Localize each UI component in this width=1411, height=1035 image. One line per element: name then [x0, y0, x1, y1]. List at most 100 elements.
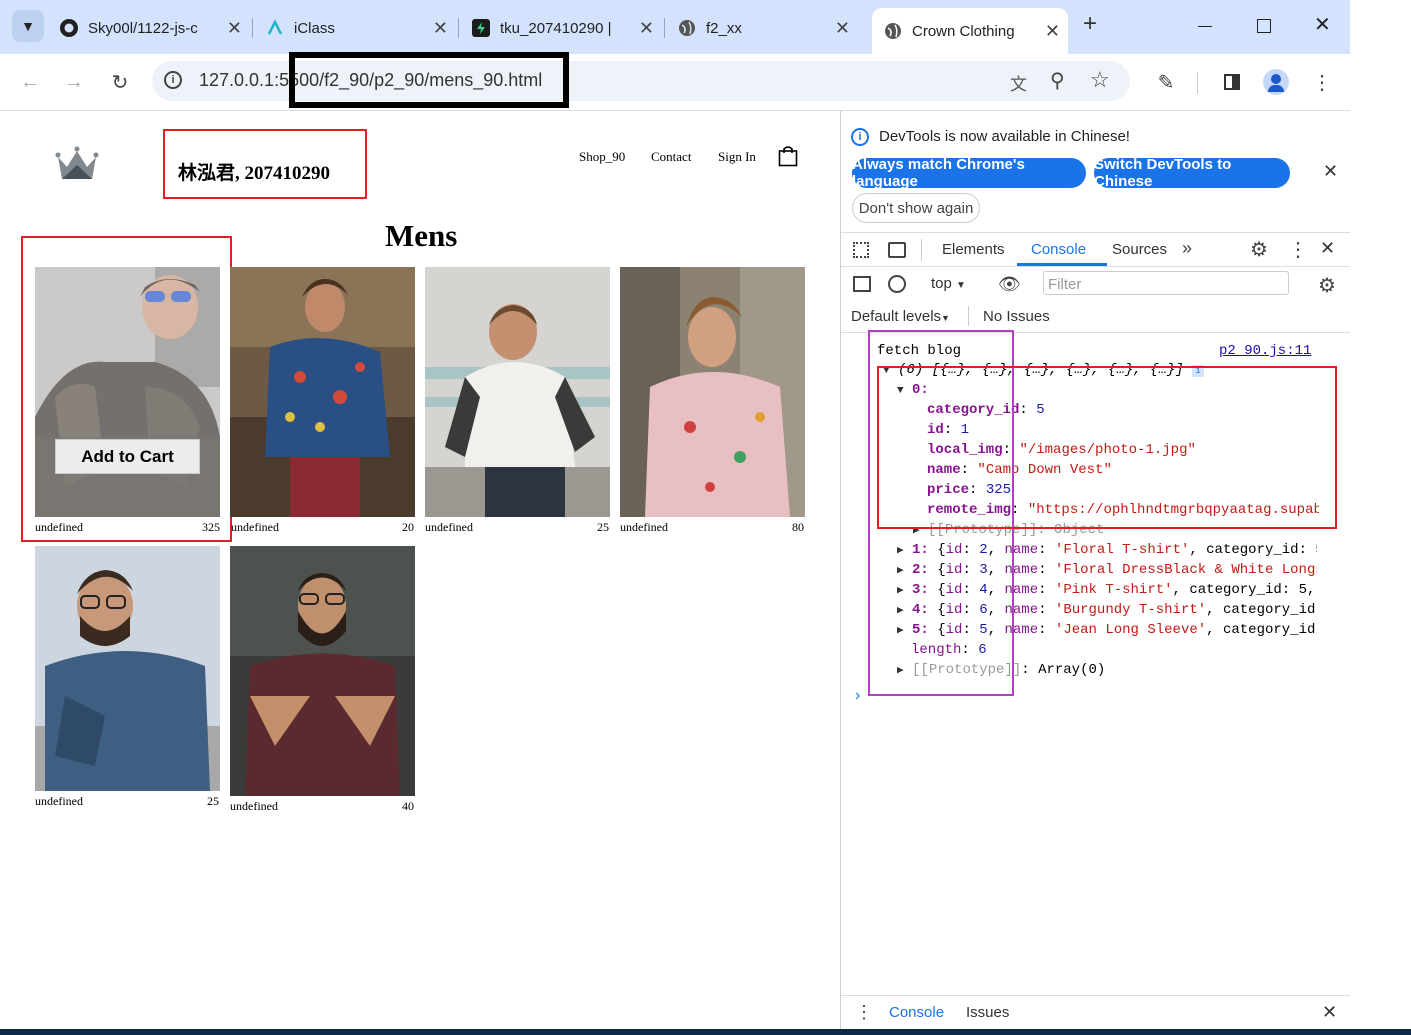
close-tab-icon[interactable]: ✕ [639, 18, 654, 39]
levels-label: Default levels [851, 308, 942, 325]
annotation-red-box-console [877, 366, 1337, 529]
shopping-bag-icon[interactable] [778, 145, 798, 172]
filter-placeholder: Filter [1048, 276, 1082, 293]
product-price: 20 [402, 520, 414, 534]
console-prompt-icon[interactable]: › [855, 687, 860, 705]
product-image-burgundy-tshirt[interactable] [230, 546, 415, 796]
chevron-down-icon: ▼ [21, 18, 35, 34]
tab-sources[interactable]: Sources [1112, 241, 1167, 258]
annotation-black-box [289, 52, 569, 108]
product-name: undefined [425, 520, 473, 534]
globe-icon [678, 19, 696, 37]
supabase-icon [472, 19, 490, 37]
context-value: top [931, 275, 952, 292]
minimize-icon[interactable] [1198, 26, 1212, 27]
tab-elements[interactable]: Elements [942, 241, 1005, 258]
switch-devtools-chinese-button[interactable]: Switch DevTools to Chinese [1094, 156, 1290, 190]
product-price: 40 [402, 799, 414, 813]
product-image-floral-tshirt[interactable] [230, 267, 415, 517]
console-source-link[interactable]: p2_90.js:11 [1219, 343, 1311, 359]
tab-console[interactable]: Console [1031, 241, 1086, 258]
product-image-denim-shirt[interactable] [35, 546, 220, 791]
devtools-language-banner: DevTools is now available in Chinese! [879, 128, 1130, 145]
console-settings-icon[interactable]: ⚙ [1318, 273, 1336, 298]
close-drawer-icon[interactable]: ✕ [1322, 1002, 1337, 1023]
clear-console-icon[interactable] [888, 275, 906, 293]
crown-logo-icon[interactable] [55, 145, 99, 186]
product-price: 25 [597, 520, 609, 534]
tab-title: tku_207410290 | [500, 19, 612, 37]
tab-search-button[interactable]: ▼ [12, 10, 44, 42]
tab-supabase[interactable]: tku_207410290 | ✕ [472, 8, 662, 48]
tab-crown-clothing[interactable]: Crown Clothing ✕ [872, 8, 1068, 54]
zoom-icon[interactable]: ⚲ [1050, 68, 1065, 93]
tab-iclass[interactable]: iClass ✕ [266, 8, 456, 48]
maximize-icon[interactable] [1257, 19, 1271, 33]
info-icon: i [851, 128, 869, 146]
close-tab-icon[interactable]: ✕ [835, 18, 850, 39]
more-tabs-icon[interactable]: » [1182, 238, 1192, 259]
product-price: 80 [792, 520, 804, 534]
nav-shop[interactable]: Shop_90 [579, 149, 625, 165]
browser-menu-icon[interactable]: ⋮ [1308, 68, 1336, 96]
issues-count[interactable]: No Issues [983, 308, 1050, 325]
drawer-tab-console[interactable]: Console [889, 1004, 944, 1021]
bookmark-star-icon[interactable]: ☆ [1090, 67, 1110, 93]
settings-gear-icon[interactable]: ⚙ [1250, 237, 1268, 262]
live-expression-eye-icon[interactable]: 👁 [998, 274, 1021, 295]
close-tab-icon[interactable]: ✕ [433, 18, 448, 39]
devtools-panel: i DevTools is now available in Chinese! … [840, 111, 1351, 1035]
tab-f2xx[interactable]: f2_xx ✕ [678, 8, 858, 48]
product-image-dress-shirt[interactable] [425, 267, 610, 517]
new-tab-button[interactable]: + [1083, 10, 1097, 38]
tab-github[interactable]: Sky00l/1122-js-c ✕ [60, 8, 250, 48]
annotation-red-box-product [21, 236, 232, 542]
dropdown-arrow-icon: ▼ [941, 313, 950, 323]
tab-strip: ▼ Sky00l/1122-js-c ✕ iClass ✕ tku_207410… [0, 0, 1350, 54]
tab-title: Sky00l/1122-js-c [88, 19, 198, 37]
desktop-background [1350, 0, 1411, 1035]
nav-sign-in[interactable]: Sign In [718, 149, 756, 165]
product-name: undefined [620, 520, 668, 534]
array-proto-value: Array(0) [1038, 662, 1106, 678]
globe-icon [884, 22, 902, 40]
device-toolbar-icon[interactable] [888, 242, 906, 258]
browser-toolbar: ← → ↻ i 127.0.0.1:5500/f2_90/p2_90/mens_… [0, 54, 1350, 111]
drawer-menu-icon[interactable]: ⋮ [855, 1002, 873, 1023]
close-window-icon[interactable]: ✕ [1314, 12, 1331, 37]
close-banner-icon[interactable]: ✕ [1323, 161, 1338, 182]
tab-title: f2_xx [706, 19, 742, 37]
iclass-icon [266, 19, 284, 37]
sidebar-toggle-icon[interactable] [853, 276, 871, 292]
product-price: 25 [207, 794, 219, 808]
back-icon[interactable]: ← [16, 68, 44, 96]
forward-icon[interactable]: → [60, 68, 88, 96]
always-match-language-button[interactable]: Always match Chrome's language [852, 156, 1086, 190]
github-icon [60, 19, 78, 37]
context-selector[interactable]: top ▼ [931, 275, 966, 292]
default-levels-dropdown[interactable]: Default levels▼ [851, 308, 950, 325]
site-info-icon[interactable]: i [164, 71, 182, 89]
drawer-tab-issues[interactable]: Issues [966, 1004, 1009, 1021]
profile-avatar-icon[interactable] [1262, 68, 1290, 96]
dont-show-again-button[interactable]: Don't show again [852, 193, 980, 223]
inspect-element-icon[interactable] [853, 242, 869, 258]
close-tab-icon[interactable]: ✕ [1045, 21, 1060, 42]
nav-contact[interactable]: Contact [651, 149, 691, 165]
devtools-menu-icon[interactable]: ⋮ [1288, 237, 1308, 262]
product-name: undefined [35, 794, 83, 808]
side-panel-icon[interactable] [1218, 68, 1246, 96]
student-name: 林泓君, 207410290 [178, 163, 331, 184]
close-tab-icon[interactable]: ✕ [227, 18, 242, 39]
taskbar [0, 1029, 1411, 1035]
web-page: 林泓君, 207410290 Shop_90 Contact Sign In M… [0, 111, 840, 1035]
reload-icon[interactable]: ↻ [106, 68, 134, 96]
tab-title: iClass [294, 19, 335, 37]
extensions-icon[interactable]: ✎ [1152, 68, 1180, 96]
close-devtools-icon[interactable]: ✕ [1320, 238, 1335, 259]
translate-icon[interactable]: 文 [1010, 70, 1027, 95]
page-title: Mens [385, 218, 458, 253]
product-image-pink-tshirt[interactable] [620, 267, 805, 517]
tab-title: Crown Clothing [912, 22, 1015, 40]
product-name: undefined [230, 799, 278, 813]
